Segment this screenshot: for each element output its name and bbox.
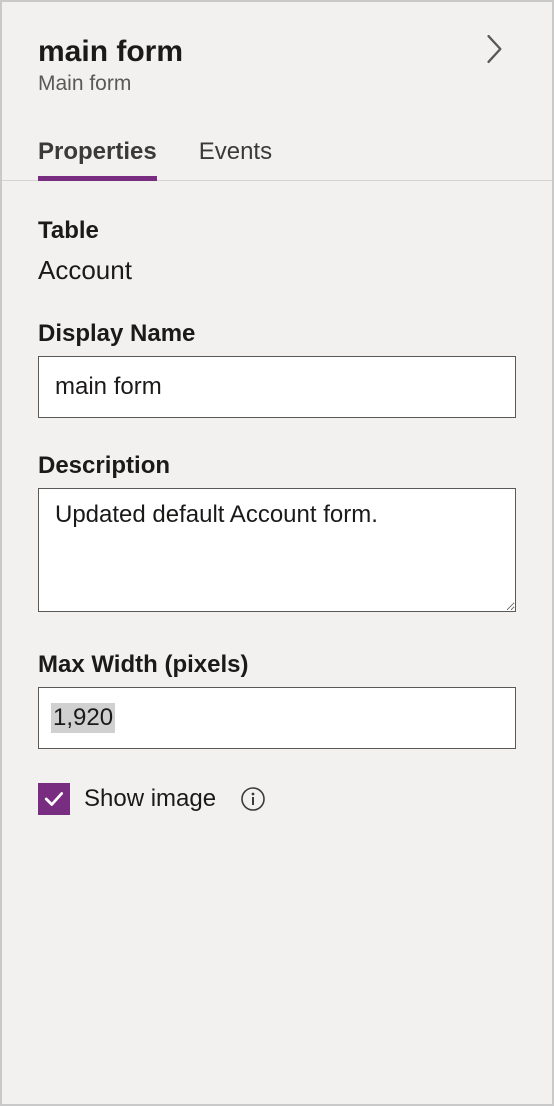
max-width-label: Max Width (pixels) [38,651,516,679]
display-name-label: Display Name [38,320,516,348]
show-image-label: Show image [84,785,216,813]
info-icon[interactable] [240,786,266,812]
max-width-value: 1,920 [51,703,115,733]
show-image-checkbox[interactable] [38,783,70,815]
tab-properties[interactable]: Properties [38,138,157,181]
description-label: Description [38,452,516,480]
page-subtitle: Main form [38,72,516,96]
properties-panel: main form Main form Properties Events Ta… [0,0,554,1106]
tab-bar: Properties Events [2,106,552,181]
page-title: main form [38,34,516,70]
display-name-input[interactable] [38,356,516,418]
field-show-image: Show image [38,783,516,815]
table-label: Table [38,217,516,245]
field-table: Table Account [38,217,516,286]
field-max-width: Max Width (pixels) 1,920 [38,651,516,749]
field-display-name: Display Name [38,320,516,418]
description-input[interactable] [38,488,516,612]
max-width-input[interactable]: 1,920 [38,687,516,749]
table-value: Account [38,255,516,286]
panel-content: Table Account Display Name Description M… [2,181,552,815]
panel-header: main form Main form [2,2,552,96]
chevron-right-icon[interactable] [486,34,510,64]
field-description: Description [38,452,516,617]
tab-events[interactable]: Events [199,138,272,181]
